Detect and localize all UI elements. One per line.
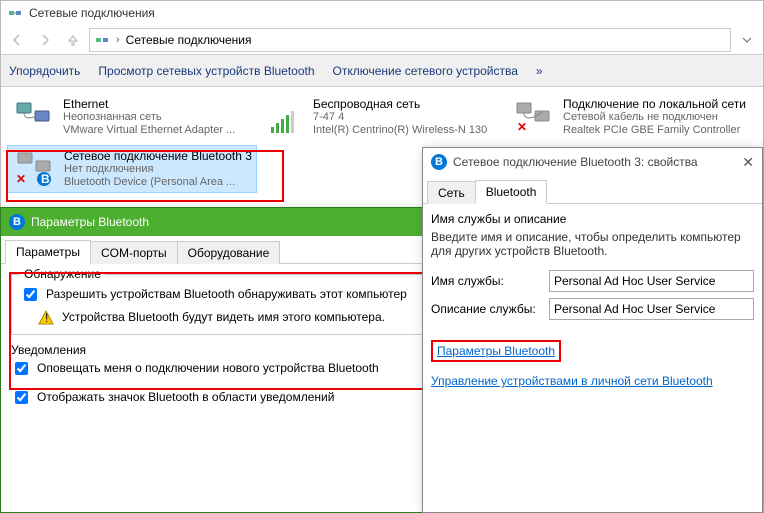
dropdown-button[interactable] <box>735 28 759 52</box>
up-button[interactable] <box>61 28 85 52</box>
connection-item[interactable]: Ethernet Неопознанная сеть VMware Virtua… <box>7 93 257 141</box>
connection-device: Intel(R) Centrino(R) Wireless-N 130 <box>313 124 487 137</box>
toolbar-overflow[interactable]: » <box>536 64 543 78</box>
connection-device: Realtek PCIe GBE Family Controller <box>563 124 746 137</box>
toolbar: Упорядочить Просмотр сетевых устройств B… <box>1 55 763 87</box>
connection-device: VMware Virtual Ethernet Adapter ... <box>63 124 235 137</box>
group-title: Обнаружение <box>20 267 105 281</box>
svg-text:✕: ✕ <box>517 120 527 134</box>
svg-text:!: ! <box>45 311 48 325</box>
allow-discovery-label: Разрешить устройствам Bluetooth обнаружи… <box>46 287 407 301</box>
warning-text: Устройства Bluetooth будут видеть имя эт… <box>62 310 385 324</box>
dialog-header: B Параметры Bluetooth ✕ <box>1 208 471 236</box>
tab-bluetooth[interactable]: Bluetooth <box>475 180 548 204</box>
service-name-label: Имя службы: <box>431 274 541 288</box>
section-title: Имя службы и описание <box>431 212 754 226</box>
bluetooth-params-link[interactable]: Параметры Bluetooth <box>437 344 555 358</box>
connection-status: Нет подключения <box>64 163 252 176</box>
titlebar: Сетевые подключения <box>1 1 763 25</box>
connection-status: 7-47 4 <box>313 111 487 124</box>
bluetooth-settings-dialog: B Параметры Bluetooth ✕ Параметры COM-по… <box>0 207 472 513</box>
service-desc-input[interactable] <box>549 298 754 320</box>
lan-icon: ✕ <box>511 97 555 137</box>
connection-name: Сетевое подключение Bluetooth 3 <box>64 149 252 163</box>
navbar: › Сетевые подключения <box>1 25 763 55</box>
chevron-icon: › <box>116 34 120 46</box>
annotation-box: Параметры Bluetooth <box>431 340 561 362</box>
service-name-input[interactable] <box>549 270 754 292</box>
tab-network[interactable]: Сеть <box>427 181 476 204</box>
tab-content: Имя службы и описание Введите имя и опис… <box>423 204 762 396</box>
wifi-icon <box>261 97 305 137</box>
dialog-header: B Сетевое подключение Bluetooth 3: свойс… <box>423 148 762 176</box>
organize-menu[interactable]: Упорядочить <box>9 64 80 78</box>
connection-status: Сетевой кабель не подключен <box>563 111 746 124</box>
connection-item-selected[interactable]: B✕ Сетевое подключение Bluetooth 3 Нет п… <box>7 145 257 193</box>
breadcrumb[interactable]: Сетевые подключения <box>126 33 252 47</box>
close-button[interactable]: ✕ <box>742 154 754 171</box>
connection-device: Bluetooth Device (Personal Area ... <box>64 176 252 189</box>
connection-item[interactable]: Беспроводная сеть 7-47 4 Intel(R) Centri… <box>257 93 507 141</box>
tab-bar: Сеть Bluetooth <box>423 176 762 204</box>
show-tray-checkbox[interactable] <box>15 391 28 404</box>
window-title: Сетевые подключения <box>29 6 155 20</box>
network-icon <box>7 5 23 21</box>
notifications-group: Уведомления Оповещать меня о подключении… <box>11 343 461 407</box>
connection-status: Неопознанная сеть <box>63 111 235 124</box>
bluetooth-icon: B <box>9 214 25 230</box>
connection-name: Подключение по локальной сети <box>563 97 746 111</box>
tab-com-ports[interactable]: COM-порты <box>90 241 178 264</box>
bluetooth-icon: B <box>431 154 447 170</box>
forward-button[interactable] <box>33 28 57 52</box>
disable-device[interactable]: Отключение сетевого устройства <box>333 64 518 78</box>
properties-dialog: B Сетевое подключение Bluetooth 3: свойс… <box>422 147 763 513</box>
notify-new-checkbox[interactable] <box>15 362 28 375</box>
tab-content: Обнаружение Разрешить устройствам Blueto… <box>1 264 471 425</box>
bluetooth-net-icon: B✕ <box>12 149 56 189</box>
discovery-group: Обнаружение Разрешить устройствам Blueto… <box>11 274 461 335</box>
connection-item[interactable]: ✕ Подключение по локальной сети Сетевой … <box>507 93 757 141</box>
service-desc-label: Описание службы: <box>431 302 541 316</box>
connection-name: Ethernet <box>63 97 235 111</box>
address-bar[interactable]: › Сетевые подключения <box>89 28 731 52</box>
show-tray-label: Отображать значок Bluetooth в области ув… <box>37 390 334 404</box>
dialog-title: Параметры Bluetooth <box>31 215 149 229</box>
section-description: Введите имя и описание, чтобы определить… <box>431 230 754 258</box>
manage-pan-link[interactable]: Управление устройствами в личной сети Bl… <box>431 374 713 388</box>
back-button[interactable] <box>5 28 29 52</box>
svg-text:B: B <box>41 172 50 186</box>
notify-new-label: Оповещать меня о подключении нового устр… <box>37 361 379 375</box>
ethernet-icon <box>11 97 55 137</box>
view-bt-devices[interactable]: Просмотр сетевых устройств Bluetooth <box>98 64 314 78</box>
network-icon <box>94 32 110 48</box>
tab-bar: Параметры COM-порты Оборудование <box>1 236 471 264</box>
allow-discovery-checkbox[interactable] <box>24 288 37 301</box>
svg-text:✕: ✕ <box>16 172 26 186</box>
tab-hardware[interactable]: Оборудование <box>177 241 281 264</box>
tab-parameters[interactable]: Параметры <box>5 240 91 264</box>
warning-icon: ! <box>38 310 54 326</box>
connection-name: Беспроводная сеть <box>313 97 487 111</box>
group-title: Уведомления <box>11 343 461 357</box>
dialog-title: Сетевое подключение Bluetooth 3: свойств… <box>453 155 698 169</box>
